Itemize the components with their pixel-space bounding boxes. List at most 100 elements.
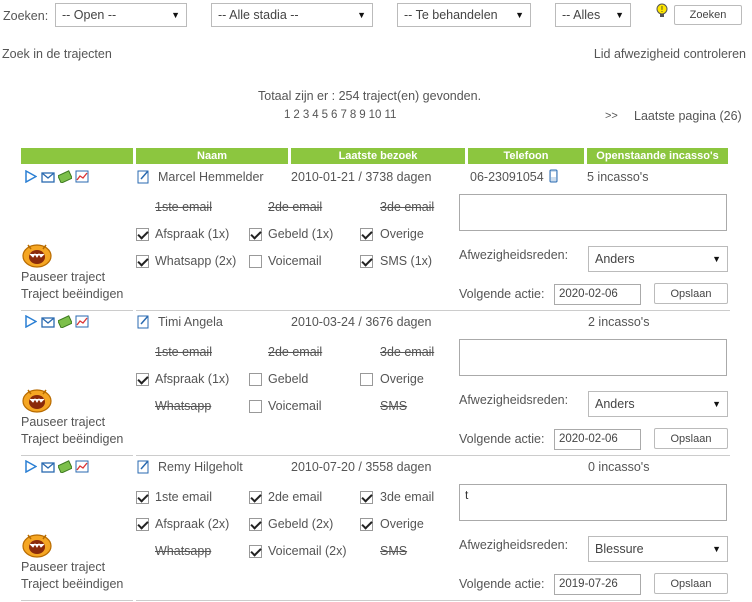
edit-icon[interactable] bbox=[137, 314, 150, 332]
action-checkbox[interactable] bbox=[360, 518, 373, 531]
end-traject-link[interactable]: Traject beëindigen bbox=[21, 287, 123, 301]
search-trajects-link[interactable]: Zoek in de trajecten bbox=[2, 47, 112, 61]
header-name: Naam bbox=[136, 148, 288, 164]
save-button[interactable]: Opslaan bbox=[654, 428, 728, 449]
pause-traject-link[interactable]: Pauseer traject bbox=[21, 415, 105, 429]
money-icon[interactable] bbox=[57, 460, 73, 474]
stage-select[interactable]: -- Alle stadia -- ▼ bbox=[211, 3, 373, 27]
action-checkbox[interactable] bbox=[249, 545, 262, 558]
play-icon[interactable] bbox=[24, 314, 38, 329]
next-action-date-input[interactable]: 2019-07-26 bbox=[554, 574, 641, 595]
chart-icon[interactable] bbox=[75, 170, 89, 183]
note-textarea[interactable] bbox=[459, 194, 727, 231]
action-label: Overige bbox=[380, 517, 424, 531]
action-label: Gebeld (1x) bbox=[268, 227, 334, 241]
action-checkbox[interactable] bbox=[136, 255, 149, 268]
incasso-count: 5 incasso's bbox=[587, 170, 649, 184]
page-link-9[interactable]: 9 bbox=[359, 109, 365, 121]
action-checkbox[interactable] bbox=[360, 255, 373, 268]
mascot-icon bbox=[21, 530, 52, 558]
page-link-1[interactable]: 1 bbox=[284, 109, 290, 121]
next-action-date-input[interactable]: 2020-02-06 bbox=[554, 284, 641, 305]
incasso-count: 0 incasso's bbox=[588, 460, 650, 474]
end-traject-link[interactable]: Traject beëindigen bbox=[21, 577, 123, 591]
row-divider bbox=[21, 310, 133, 311]
last-visit-date: 2010-07-20 / 3558 dagen bbox=[291, 460, 432, 474]
row-divider bbox=[21, 455, 133, 456]
header-phone: Telefoon bbox=[468, 148, 584, 164]
absence-reason-value: Anders bbox=[595, 252, 635, 266]
page-link-6[interactable]: 6 bbox=[331, 109, 337, 121]
next-action-label: Volgende actie: bbox=[459, 287, 545, 301]
action-checkbox[interactable] bbox=[249, 255, 262, 268]
chart-icon[interactable] bbox=[75, 460, 89, 473]
mail-icon[interactable] bbox=[41, 315, 55, 328]
action-checkbox[interactable] bbox=[360, 491, 373, 504]
page-link-11[interactable]: 11 bbox=[384, 109, 396, 121]
action-label: SMS (1x) bbox=[380, 254, 433, 268]
page-link-10[interactable]: 10 bbox=[369, 109, 382, 121]
money-icon[interactable] bbox=[57, 170, 73, 184]
treatment-select[interactable]: -- Te behandelen ▼ bbox=[397, 3, 531, 27]
search-button[interactable]: Zoeken bbox=[674, 5, 742, 25]
next-action-date-input[interactable]: 2020-02-06 bbox=[554, 429, 641, 450]
money-icon[interactable] bbox=[57, 315, 73, 329]
search-label: Zoeken: bbox=[3, 9, 49, 23]
absence-reason-select[interactable]: Blessure ▼ bbox=[588, 536, 728, 562]
action-label: Overige bbox=[380, 227, 424, 241]
action-checkbox[interactable] bbox=[249, 491, 262, 504]
page-link-8[interactable]: 8 bbox=[350, 109, 356, 121]
row-divider bbox=[136, 310, 730, 311]
member-name[interactable]: Marcel Hemmelder bbox=[158, 170, 264, 184]
action-label: Afspraak (1x) bbox=[155, 372, 230, 386]
action-checkbox[interactable] bbox=[136, 228, 149, 241]
save-button[interactable]: Opslaan bbox=[654, 283, 728, 304]
action-checkbox[interactable] bbox=[136, 373, 149, 386]
edit-icon[interactable] bbox=[137, 169, 150, 187]
action-label: Whatsapp bbox=[155, 399, 212, 413]
play-icon[interactable] bbox=[24, 169, 38, 184]
mascot-icon bbox=[21, 240, 52, 268]
page-link-7[interactable]: 7 bbox=[340, 109, 346, 121]
action-checkbox[interactable] bbox=[249, 518, 262, 531]
chevron-down-icon: ▼ bbox=[712, 544, 721, 554]
absence-reason-select[interactable]: Anders ▼ bbox=[588, 246, 728, 272]
page-link-3[interactable]: 3 bbox=[303, 109, 309, 121]
pause-traject-link[interactable]: Pauseer traject bbox=[21, 560, 105, 574]
absence-reason-value: Anders bbox=[595, 397, 635, 411]
action-checkbox[interactable] bbox=[249, 400, 262, 413]
pause-traject-link[interactable]: Pauseer traject bbox=[21, 270, 105, 284]
action-checkbox[interactable] bbox=[136, 518, 149, 531]
lightbulb-icon[interactable]: ! bbox=[656, 3, 668, 22]
chart-icon[interactable] bbox=[75, 315, 89, 328]
action-label: 1ste email bbox=[155, 345, 212, 359]
note-textarea[interactable] bbox=[459, 339, 727, 376]
next-action-label: Volgende actie: bbox=[459, 577, 545, 591]
status-select[interactable]: -- Open -- ▼ bbox=[55, 3, 187, 27]
action-checkbox[interactable] bbox=[249, 373, 262, 386]
check-absence-link[interactable]: Lid afwezigheid controleren bbox=[594, 47, 746, 61]
save-button[interactable]: Opslaan bbox=[654, 573, 728, 594]
end-traject-link[interactable]: Traject beëindigen bbox=[21, 432, 123, 446]
all-select[interactable]: -- Alles ▼ bbox=[555, 3, 631, 27]
action-checkbox[interactable] bbox=[249, 228, 262, 241]
chevron-down-icon: ▼ bbox=[171, 10, 180, 20]
next-page-link[interactable]: >> bbox=[605, 110, 618, 122]
note-textarea[interactable]: t bbox=[459, 484, 727, 521]
last-page-link[interactable]: Laatste pagina (26) bbox=[634, 109, 742, 123]
play-icon[interactable] bbox=[24, 459, 38, 474]
absence-reason-select[interactable]: Anders ▼ bbox=[588, 391, 728, 417]
page-link-2[interactable]: 2 bbox=[293, 109, 299, 121]
chevron-down-icon: ▼ bbox=[712, 254, 721, 264]
page-link-5[interactable]: 5 bbox=[322, 109, 328, 121]
member-name[interactable]: Timi Angela bbox=[158, 315, 223, 329]
mail-icon[interactable] bbox=[41, 460, 55, 473]
action-checkbox[interactable] bbox=[136, 491, 149, 504]
member-name[interactable]: Remy Hilgeholt bbox=[158, 460, 243, 474]
page-link-4[interactable]: 4 bbox=[312, 109, 318, 121]
action-checkbox[interactable] bbox=[360, 228, 373, 241]
action-checkbox[interactable] bbox=[360, 373, 373, 386]
mail-icon[interactable] bbox=[41, 170, 55, 183]
phone-number[interactable]: 06-23091054 bbox=[470, 170, 544, 184]
edit-icon[interactable] bbox=[137, 459, 150, 477]
